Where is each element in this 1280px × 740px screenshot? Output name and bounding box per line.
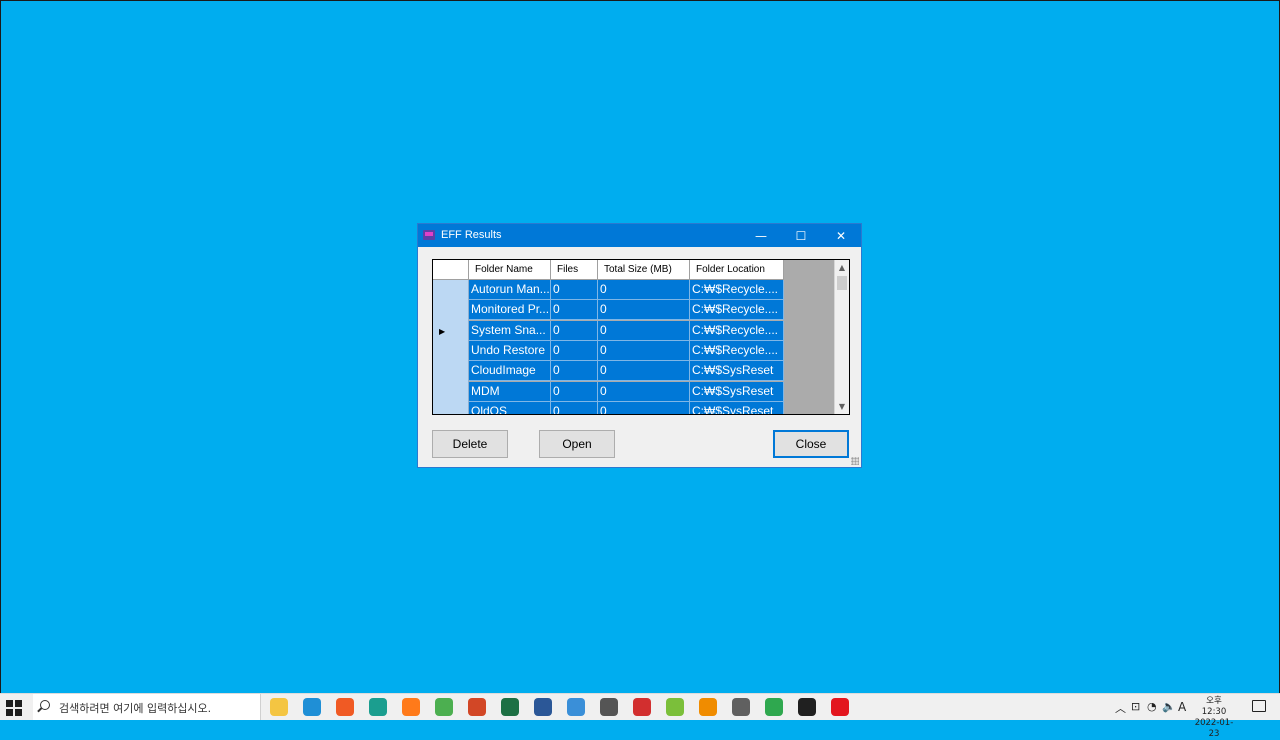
powerpoint-icon[interactable] — [468, 698, 486, 716]
table-cell[interactable]: 0 — [551, 381, 598, 402]
opera-icon[interactable] — [831, 698, 849, 716]
table-row[interactable]: OldOS 0 0 C:₩$SysReset — [469, 401, 784, 414]
taskbar: 검색하려면 여기에 입력하십시오. ︿ ⊡ ◔ 🔈 A 오후 12:30 202… — [0, 693, 1280, 739]
table-cell[interactable]: C:₩$SysReset — [690, 381, 784, 402]
minimize-button[interactable]: — — [741, 224, 781, 247]
ime-indicator[interactable]: A — [1178, 700, 1186, 714]
table-row[interactable]: Monitored Pr... 0 0 C:₩$Recycle.... — [469, 300, 784, 321]
table-cell[interactable]: 0 — [551, 340, 598, 361]
scroll-thumb[interactable] — [837, 276, 847, 290]
chrome-alt-icon[interactable] — [765, 698, 783, 716]
app-green-icon[interactable] — [666, 698, 684, 716]
table-row[interactable]: MDM 0 0 C:₩$SysReset — [469, 381, 784, 402]
table-row[interactable]: Autorun Man... 0 0 C:₩$Recycle.... — [469, 280, 784, 300]
table-cell[interactable]: 0 — [598, 401, 690, 414]
close-button[interactable]: Close — [773, 430, 849, 458]
table-cell[interactable]: C:₩$Recycle.... — [690, 300, 784, 321]
table-cell[interactable]: 0 — [598, 320, 690, 341]
table-cell[interactable]: C:₩$Recycle.... — [690, 340, 784, 361]
table-row[interactable]: Undo Restore 0 0 C:₩$Recycle.... — [469, 340, 784, 361]
table-cell[interactable]: Monitored Pr... — [469, 300, 551, 321]
table-row[interactable]: CloudImage 0 0 C:₩$SysReset — [469, 361, 784, 382]
chrome-icon[interactable] — [435, 698, 453, 716]
table-cell[interactable]: 0 — [598, 300, 690, 321]
table-cell[interactable]: OldOS — [469, 401, 551, 414]
table-cell[interactable]: 0 — [598, 340, 690, 361]
table-cell[interactable]: MDM — [469, 381, 551, 402]
table-cell[interactable]: Autorun Man... — [469, 280, 551, 300]
search-placeholder: 검색하려면 여기에 입력하십시오. — [59, 702, 212, 715]
network-icon[interactable]: ⊡ — [1131, 700, 1140, 713]
close-window-button[interactable]: ✕ — [821, 224, 861, 247]
table-cell[interactable]: 0 — [551, 280, 598, 300]
title-bar[interactable]: EFF Results — ☐ ✕ — [418, 224, 861, 247]
volume-icon[interactable]: 🔈 — [1162, 700, 1176, 713]
clock[interactable]: 오후 12:30 2022-01-23 — [1193, 696, 1235, 740]
scroll-down-icon[interactable]: ▼ — [835, 399, 849, 414]
table-cell[interactable]: 0 — [551, 320, 598, 341]
column-header-folder-name[interactable]: Folder Name — [469, 260, 551, 280]
column-header-folder-location[interactable]: Folder Location — [690, 260, 784, 280]
table-cell[interactable]: 0 — [551, 401, 598, 414]
table-cell[interactable]: 0 — [598, 381, 690, 402]
calculator-icon[interactable] — [732, 698, 750, 716]
vlc-icon[interactable] — [699, 698, 717, 716]
row-header-corner — [433, 260, 469, 280]
maximize-button[interactable]: ☐ — [781, 224, 821, 247]
search-tool-icon[interactable] — [600, 698, 618, 716]
app-sticky-icon[interactable] — [798, 698, 816, 716]
current-row-arrow-icon: ▶ — [439, 327, 446, 336]
open-button[interactable]: Open — [539, 430, 615, 458]
windows-start-icon[interactable] — [6, 700, 22, 716]
clock-time: 오후 12:30 — [1201, 696, 1227, 717]
resize-grip-icon[interactable] — [851, 457, 859, 465]
scroll-up-icon[interactable]: ▲ — [835, 260, 849, 275]
clock-date: 2022-01-23 — [1194, 718, 1234, 739]
table-cell[interactable]: 0 — [598, 361, 690, 382]
firefox-icon[interactable] — [402, 698, 420, 716]
table-cell[interactable]: 0 — [551, 361, 598, 382]
table-cell[interactable]: 0 — [551, 300, 598, 321]
table-cell[interactable]: CloudImage — [469, 361, 551, 382]
window-title: EFF Results — [441, 229, 502, 241]
app-icon — [423, 230, 435, 240]
vertical-scrollbar[interactable]: ▲ ▼ — [834, 260, 849, 414]
notepad-app-icon[interactable] — [567, 698, 585, 716]
notification-icon[interactable] — [1252, 700, 1266, 712]
word-icon[interactable] — [534, 698, 552, 716]
column-header-total-size[interactable]: Total Size (MB) — [598, 260, 690, 280]
wifi-icon[interactable]: ◔ — [1147, 700, 1157, 713]
excel-icon[interactable] — [501, 698, 519, 716]
chevron-up-icon[interactable]: ︿ — [1115, 700, 1126, 716]
table-cell[interactable]: 0 — [598, 280, 690, 300]
search-icon — [40, 700, 50, 710]
table-cell[interactable]: C:₩$Recycle.... — [690, 320, 784, 341]
table-cell[interactable]: C:₩$SysReset — [690, 361, 784, 382]
taskbar-search-box[interactable]: 검색하려면 여기에 입력하십시오. — [33, 694, 261, 720]
table-row[interactable]: System Sna... 0 0 C:₩$Recycle.... — [469, 320, 784, 341]
app-red-icon[interactable] — [633, 698, 651, 716]
table-cell[interactable]: Undo Restore — [469, 340, 551, 361]
file-explorer-icon[interactable] — [270, 698, 288, 716]
table-cell[interactable]: C:₩$Recycle.... — [690, 280, 784, 300]
app-teal-icon[interactable] — [369, 698, 387, 716]
table-cell[interactable]: System Sna... — [469, 320, 551, 341]
brave-icon[interactable] — [336, 698, 354, 716]
row-header-column[interactable]: ▶ — [433, 280, 469, 414]
eff-results-window: EFF Results — ☐ ✕ Folder Name Files Tota… — [417, 223, 862, 468]
table-cell[interactable]: C:₩$SysReset — [690, 401, 784, 414]
column-header-files[interactable]: Files — [551, 260, 598, 280]
delete-button[interactable]: Delete — [432, 430, 508, 458]
edge-icon[interactable] — [303, 698, 321, 716]
results-grid[interactable]: Folder Name Files Total Size (MB) Folder… — [432, 259, 850, 415]
